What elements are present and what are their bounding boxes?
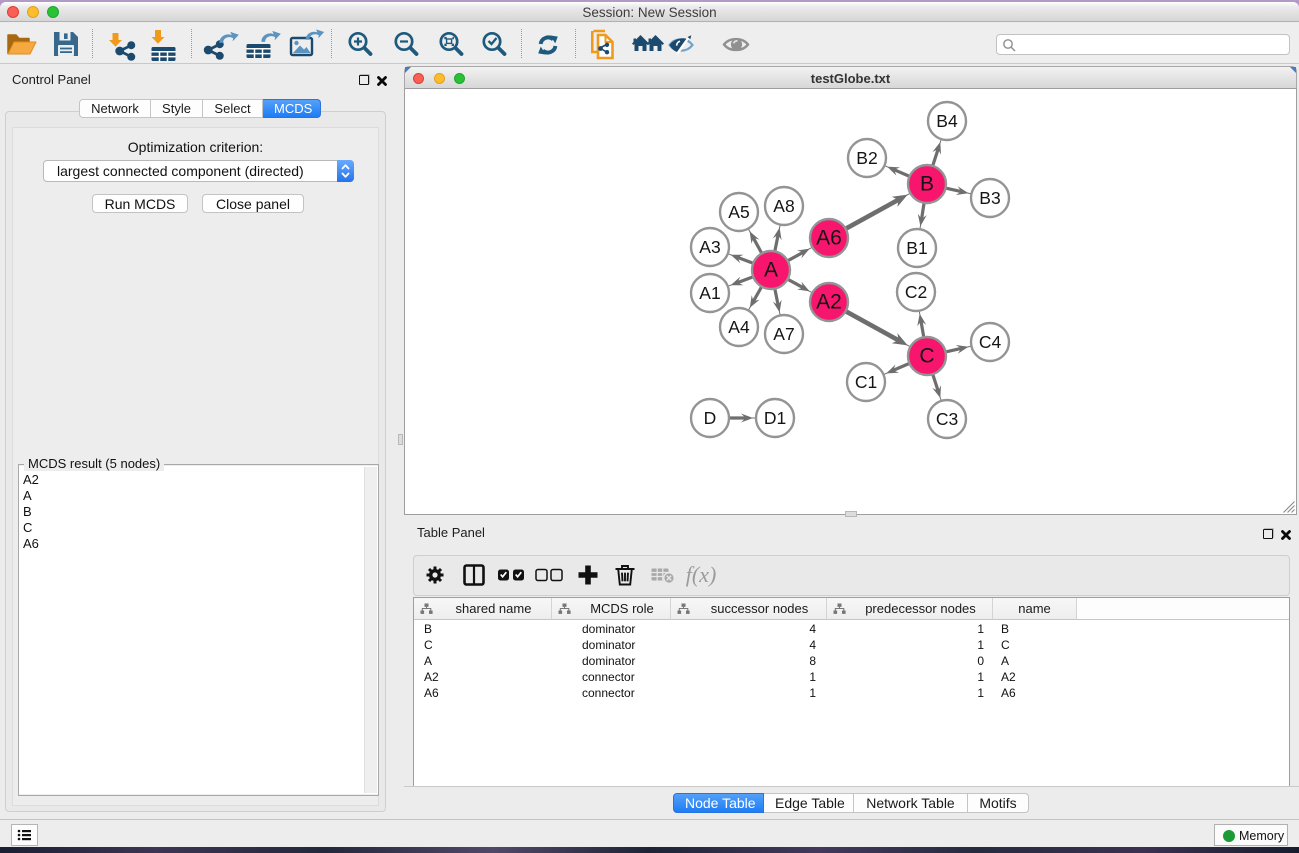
- svg-text:A: A: [764, 259, 778, 282]
- svg-text:A3: A3: [699, 237, 720, 257]
- svg-text:A4: A4: [728, 317, 750, 337]
- svg-text:C4: C4: [979, 332, 1002, 352]
- svg-text:B2: B2: [856, 148, 877, 168]
- svg-text:B3: B3: [979, 188, 1000, 208]
- svg-text:D: D: [704, 408, 717, 428]
- svg-text:D1: D1: [764, 408, 786, 428]
- svg-text:C3: C3: [936, 409, 958, 429]
- svg-text:C2: C2: [905, 282, 927, 302]
- svg-text:B1: B1: [906, 238, 927, 258]
- svg-text:B4: B4: [936, 111, 958, 131]
- svg-text:A2: A2: [816, 291, 842, 314]
- svg-text:A6: A6: [816, 227, 842, 250]
- svg-text:B: B: [920, 173, 934, 196]
- svg-text:C: C: [919, 345, 934, 368]
- svg-text:C1: C1: [855, 372, 877, 392]
- svg-text:f(x): f(x): [686, 562, 717, 587]
- svg-text:A8: A8: [773, 196, 794, 216]
- svg-text:A1: A1: [699, 283, 720, 303]
- svg-text:A5: A5: [728, 202, 749, 222]
- svg-text:A7: A7: [773, 324, 794, 344]
